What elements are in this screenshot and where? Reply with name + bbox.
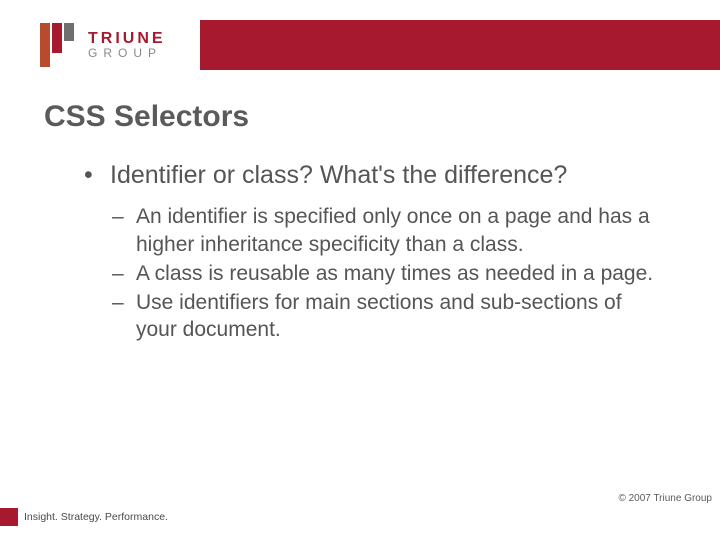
slide: TRIUNE GROUP CSS Selectors Identifier or… — [0, 0, 720, 540]
logo-text-bottom: GROUP — [88, 47, 166, 59]
logo-text-top: TRIUNE — [88, 31, 166, 47]
logo-mark-icon — [40, 23, 80, 67]
content-area: Identifier or class? What's the differen… — [80, 160, 660, 346]
copyright: © 2007 Triune Group — [618, 493, 712, 504]
logo: TRIUNE GROUP — [40, 20, 195, 70]
footer-accent — [0, 508, 18, 526]
bullet-level2: An identifier is specified only once on … — [110, 203, 660, 258]
bullet-level1: Identifier or class? What's the differen… — [80, 160, 660, 191]
logo-text: TRIUNE GROUP — [88, 31, 166, 59]
header-banner — [200, 20, 720, 70]
bullet-level2: A class is reusable as many times as nee… — [110, 260, 660, 287]
bullet-level2: Use identifiers for main sections and su… — [110, 289, 660, 344]
sublist: An identifier is specified only once on … — [110, 203, 660, 343]
tagline: Insight. Strategy. Performance. — [24, 508, 168, 526]
slide-title: CSS Selectors — [44, 100, 249, 134]
